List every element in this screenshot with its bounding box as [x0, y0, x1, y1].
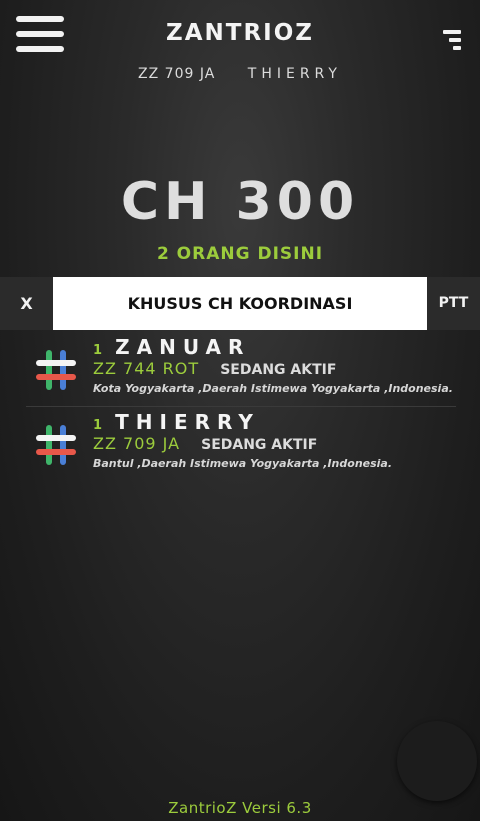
- member-number: 1: [93, 418, 103, 433]
- list-item[interactable]: 1 ZANUAR ZZ 744 ROT SEDANG AKTIF Kota Yo…: [26, 332, 456, 406]
- member-details: 1 ZANUAR ZZ 744 ROT SEDANG AKTIF Kota Yo…: [93, 336, 453, 395]
- member-status-line: ZZ 709 JA SEDANG AKTIF: [93, 434, 453, 454]
- signal-bar: [449, 38, 461, 42]
- member-status: SEDANG AKTIF: [220, 362, 337, 378]
- current-user-info: ZZ 709 JA THIERRY: [0, 66, 480, 82]
- channel-name-box[interactable]: KHUSUS CH KOORDINASI: [53, 277, 427, 330]
- channel-title: CH 300: [120, 172, 360, 232]
- current-user-callsign: ZZ 709 JA: [138, 66, 216, 82]
- member-callsign: ZZ 744 ROT: [93, 359, 200, 378]
- member-list: 1 ZANUAR ZZ 744 ROT SEDANG AKTIF Kota Yo…: [26, 332, 456, 481]
- member-number: 1: [93, 343, 103, 358]
- current-user-name: THIERRY: [247, 66, 342, 82]
- menu-line: [16, 46, 64, 52]
- member-status-line: ZZ 744 ROT SEDANG AKTIF: [93, 359, 453, 379]
- hashtag-icon: [36, 350, 76, 390]
- member-location: Bantul ,Daerah Istimewa Yogyakarta ,Indo…: [93, 457, 393, 470]
- floating-action-button[interactable]: [397, 721, 477, 801]
- member-name: ZANUAR: [115, 335, 251, 359]
- hashtag-icon: [36, 425, 76, 465]
- member-name: THIERRY: [115, 410, 260, 434]
- member-location: Kota Yogyakarta ,Daerah Istimewa Yogyaka…: [93, 382, 453, 395]
- app-title: ZANTRIOZ: [166, 20, 314, 46]
- member-callsign: ZZ 709 JA: [93, 434, 181, 453]
- member-details: 1 THIERRY ZZ 709 JA SEDANG AKTIF Bantul …: [93, 411, 453, 470]
- list-item[interactable]: 1 THIERRY ZZ 709 JA SEDANG AKTIF Bantul …: [26, 406, 456, 481]
- signal-bars-icon[interactable]: [443, 30, 463, 52]
- signal-bar: [443, 30, 461, 34]
- close-button[interactable]: X: [0, 277, 53, 330]
- ptt-button[interactable]: PTT: [427, 277, 480, 330]
- channel-member-count: 2 ORANG DISINI: [156, 244, 324, 264]
- app-version: ZantrioZ Versi 6.3: [168, 799, 312, 817]
- signal-bar: [453, 46, 461, 50]
- member-status: SEDANG AKTIF: [201, 437, 318, 453]
- member-header: 1 ZANUAR: [93, 336, 453, 358]
- channel-control-bar: X KHUSUS CH KOORDINASI PTT: [0, 277, 480, 330]
- member-header: 1 THIERRY: [93, 411, 453, 433]
